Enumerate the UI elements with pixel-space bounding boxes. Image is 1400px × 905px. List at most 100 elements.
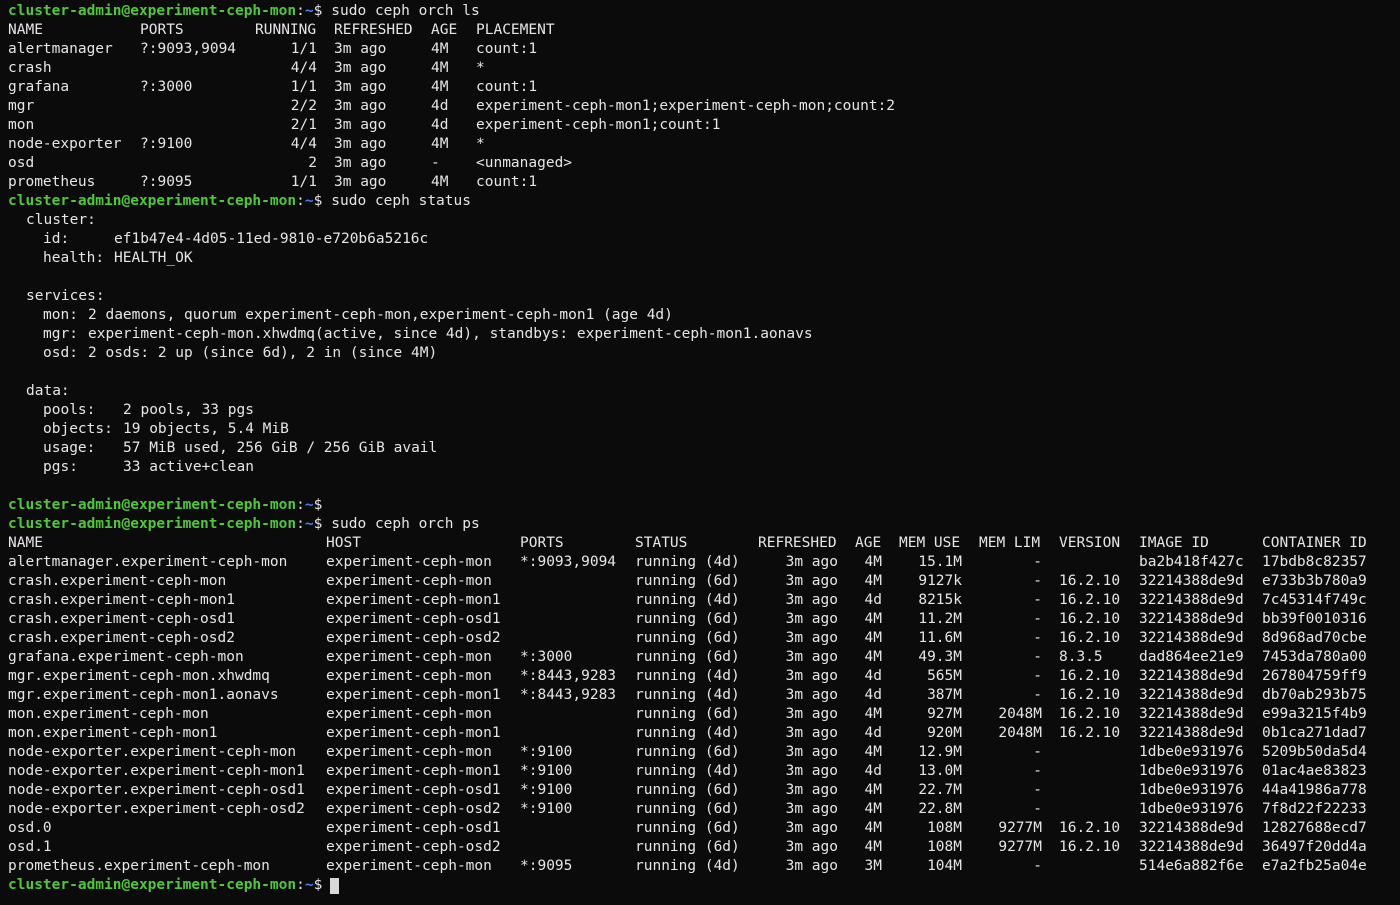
orch-ps-cell: - <box>1033 592 1042 608</box>
orch-ps-cell: node-exporter.experiment-ceph-osd2 <box>8 801 305 817</box>
orch-ps-cell: 514e6a882f6e <box>1139 858 1244 874</box>
ceph-status-health-value: HEALTH_OK <box>114 250 193 266</box>
orch-ls-cell: 4M <box>431 136 449 152</box>
orch-ls-cell: 4d <box>431 98 449 114</box>
orch-ls-cell: ?:9093,9094 <box>140 41 237 57</box>
orch-ps-cell: 108M <box>927 839 962 855</box>
orch-ps-cell: experiment-ceph-osd1 <box>326 782 501 798</box>
prompt-separator: : <box>296 516 305 532</box>
orch-ps-cell: 32214388de9d <box>1139 687 1244 703</box>
orch-ps-cell: 3M <box>864 858 882 874</box>
orch-ls-header-cell: AGE <box>431 22 458 38</box>
orch-ps-cell: 3m ago <box>785 706 838 722</box>
prompt-path: ~ <box>304 3 314 19</box>
orch-ls-header-cell: RUNNING <box>255 22 317 38</box>
orch-ps-cell: 0b1ca271dad7 <box>1262 725 1367 741</box>
orch-ps-cell: running (4d) <box>635 687 740 703</box>
orch-ps-cell: ba2b418f427c <box>1139 554 1244 570</box>
orch-ps-cell: 5209b50da5d4 <box>1262 744 1367 760</box>
orch-ls-cell: mgr <box>8 98 35 114</box>
orch-ps-cell: 22.8M <box>918 801 962 817</box>
prompt-separator: : <box>296 877 305 893</box>
orch-ps-cell: node-exporter.experiment-ceph-mon1 <box>8 763 305 779</box>
orch-ps-cell: *:9100 <box>520 801 573 817</box>
orch-ps-cell: 1dbe0e931976 <box>1139 763 1244 779</box>
orch-ps-cell: osd.0 <box>8 820 52 836</box>
orch-ls-header-cell: PLACEMENT <box>476 22 555 38</box>
orch-ps-cell: 32214388de9d <box>1139 725 1244 741</box>
orch-ps-cell: experiment-ceph-mon1 <box>326 763 501 779</box>
orch-ps-cell: running (4d) <box>635 668 740 684</box>
orch-ps-cell: 13.0M <box>918 763 962 779</box>
orch-ps-cell: 16.2.10 <box>1059 611 1121 627</box>
orch-ls-cell: * <box>476 136 485 152</box>
orch-ls-cell: 3m ago <box>334 41 387 57</box>
orch-ps-header-cell: CONTAINER ID <box>1262 535 1367 551</box>
orch-ps-cell: 2048M <box>998 706 1042 722</box>
orch-ps-cell: 108M <box>927 820 962 836</box>
orch-ps-cell: experiment-ceph-mon <box>326 668 492 684</box>
orch-ls-cell: prometheus <box>8 174 96 190</box>
orch-ps-header-cell: VERSION <box>1059 535 1121 551</box>
orch-ps-cell: 3m ago <box>785 592 838 608</box>
orch-ls-cell: 2 <box>308 155 317 171</box>
orch-ps-cell: *:3000 <box>520 649 573 665</box>
orch-ps-cell: 32214388de9d <box>1139 839 1244 855</box>
prompt-symbol: $ <box>313 497 323 513</box>
orch-ps-cell: 16.2.10 <box>1059 573 1121 589</box>
orch-ls-header-cell: REFRESHED <box>334 22 413 38</box>
orch-ps-cell: 4d <box>864 668 882 684</box>
orch-ls-cell: 3m ago <box>334 155 387 171</box>
prompt-path: ~ <box>304 516 314 532</box>
orch-ps-cell: 3m ago <box>785 858 838 874</box>
orch-ls-cell: osd <box>8 155 35 171</box>
orch-ps-cell: - <box>1033 573 1042 589</box>
orch-ps-cell: 3m ago <box>785 820 838 836</box>
prompt-separator: : <box>296 193 305 209</box>
orch-ps-cell: experiment-ceph-osd2 <box>326 801 501 817</box>
terminal-window[interactable]: cluster-admin@experiment-ceph-mon: ~ $ sudo… <box>0 0 1400 905</box>
orch-ps-cell: running (6d) <box>635 839 740 855</box>
orch-ps-cell: running (4d) <box>635 554 740 570</box>
orch-ps-cell: 1dbe0e931976 <box>1139 801 1244 817</box>
ceph-status-mon-value: 2 daemons, quorum experiment-ceph-mon,ex… <box>88 307 673 323</box>
command-text: sudo ceph status <box>331 193 471 209</box>
ceph-status-objects-label: objects: <box>43 421 113 437</box>
orch-ps-cell: 32214388de9d <box>1139 611 1244 627</box>
orch-ls-cell: 3m ago <box>334 117 387 133</box>
orch-ps-cell: running (6d) <box>635 630 740 646</box>
orch-ps-cell: 32214388de9d <box>1139 573 1244 589</box>
ceph-status-services-label: services: <box>26 288 105 304</box>
orch-ps-cell: running (6d) <box>635 820 740 836</box>
orch-ps-cell: *:9093,9094 <box>520 554 617 570</box>
orch-ls-cell: 3m ago <box>334 79 387 95</box>
orch-ps-cell: 104M <box>927 858 962 874</box>
orch-ps-cell: running (6d) <box>635 801 740 817</box>
orch-ps-cell: - <box>1033 668 1042 684</box>
orch-ps-cell: experiment-ceph-mon <box>326 649 492 665</box>
ceph-status-osd-label: osd: <box>43 345 78 361</box>
orch-ps-cell: 15.1M <box>918 554 962 570</box>
orch-ps-cell: 3m ago <box>785 839 838 855</box>
orch-ps-cell: 4M <box>864 801 882 817</box>
orch-ls-header-cell: PORTS <box>140 22 184 38</box>
orch-ps-cell: 12827688ecd7 <box>1262 820 1367 836</box>
prompt-symbol: $ <box>313 877 323 893</box>
orch-ps-cell: 4M <box>864 744 882 760</box>
orch-ps-header-cell: MEM USE <box>899 535 961 551</box>
ceph-status-id-label: id: <box>43 231 70 247</box>
orch-ls-cell: - <box>431 155 440 171</box>
prompt-user-host: cluster-admin@experiment-ceph-mon <box>8 193 297 209</box>
orch-ps-cell: running (6d) <box>635 573 740 589</box>
orch-ps-cell: 22.7M <box>918 782 962 798</box>
orch-ps-cell: - <box>1033 801 1042 817</box>
ceph-status-usage-label: usage: <box>43 440 96 456</box>
orch-ps-cell: 01ac4ae83823 <box>1262 763 1367 779</box>
orch-ls-cell: 4M <box>431 60 449 76</box>
command-text: sudo ceph orch ps <box>331 516 480 532</box>
orch-ps-cell: experiment-ceph-mon <box>326 744 492 760</box>
orch-ps-cell: 7c45314f749c <box>1262 592 1367 608</box>
orch-ps-cell: 7f8d22f22233 <box>1262 801 1367 817</box>
orch-ps-cell: prometheus.experiment-ceph-mon <box>8 858 270 874</box>
prompt-user-host: cluster-admin@experiment-ceph-mon <box>8 877 297 893</box>
